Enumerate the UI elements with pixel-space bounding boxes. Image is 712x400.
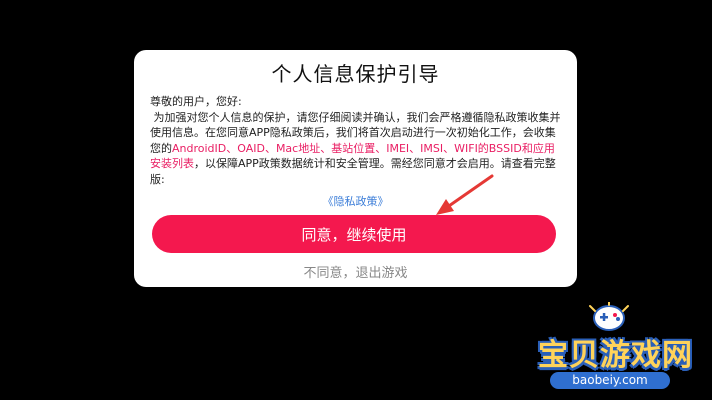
dialog-title: 个人信息保护引导	[271, 62, 440, 86]
dialog-body: 尊敬的用户，您好: 为加强对您个人信息的保护，请您仔细阅读并确认，我们会严格遵循…	[150, 94, 561, 187]
watermark-title: 宝贝游戏网	[538, 338, 693, 373]
agree-continue-button[interactable]: 同意，继续使用	[152, 215, 556, 253]
body-text-part2: ，以保障APP政策数据统计和安全管理。需经您同意才会启用。请查看完整版:	[150, 157, 556, 186]
greeting-text: 尊敬的用户，您好:	[150, 95, 242, 108]
privacy-policy-link[interactable]: 《隐私政策》	[134, 193, 577, 209]
policy-description: 为加强对您个人信息的保护，请您仔细阅读并确认，我们会严格遵循隐私政策收集并使用信…	[150, 110, 561, 188]
decline-exit-button[interactable]: 不同意，退出游戏	[134, 262, 577, 281]
watermark-url: baobeiy.com	[550, 372, 670, 389]
privacy-dialog: 个人信息保护引导 尊敬的用户，您好: 为加强对您个人信息的保护，请您仔细阅读并确…	[134, 50, 577, 287]
site-watermark: 宝贝游戏网 baobeiy.com	[528, 300, 712, 400]
